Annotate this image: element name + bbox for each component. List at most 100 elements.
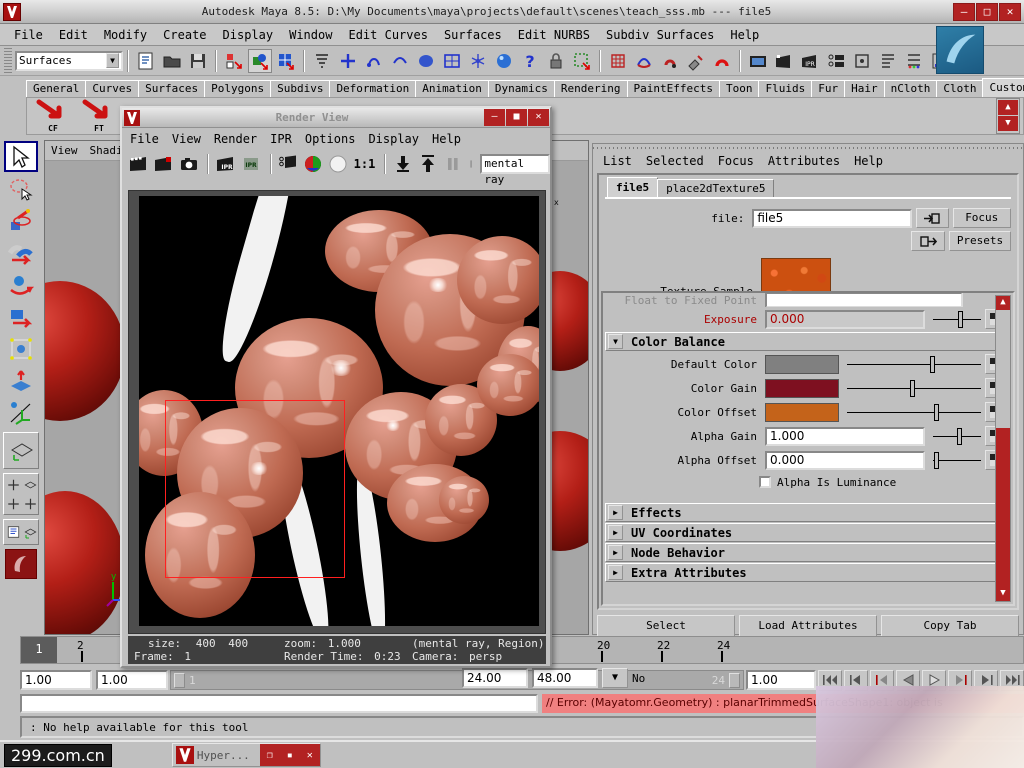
shelf-tab-painteffects[interactable]: PaintEffects [627,80,720,97]
layout-single-perspective[interactable] [5,435,39,466]
shelf-tab-toon[interactable]: Toon [719,80,760,97]
scroll-up-icon[interactable]: ▲ [996,296,1010,310]
curve-display-icon[interactable] [632,49,656,73]
render-current-frame-icon[interactable] [746,49,770,73]
color-offset-slider[interactable] [847,403,981,422]
lock-icon[interactable] [544,49,568,73]
exposure-input[interactable] [765,310,925,329]
render-region-toggle-icon[interactable] [850,49,874,73]
menu-file[interactable]: File [6,26,51,44]
presets-button[interactable]: Presets [949,231,1011,251]
anim-layer-dropdown-arrow[interactable]: ▼ [602,668,628,688]
current-time-field[interactable] [746,670,816,690]
rv-menu-display[interactable]: Display [368,132,419,146]
new-scene-icon[interactable] [134,49,158,73]
ae-menu-list[interactable]: List [603,154,632,168]
lasso-select-tool[interactable] [4,173,38,204]
rotate-tool[interactable] [4,269,38,300]
shelf-tab-subdivs[interactable]: Subdivs [270,80,330,97]
layout-outliner-persp[interactable] [5,522,22,542]
ae-menu-help[interactable]: Help [854,154,883,168]
menu-help[interactable]: Help [722,26,767,44]
select-button[interactable]: Select [597,615,735,637]
move-tool[interactable] [4,237,38,268]
snap-curve-icon[interactable] [362,49,386,73]
chevron-right-icon[interactable]: ▶ [608,565,623,580]
command-input[interactable] [20,694,538,713]
menu-create[interactable]: Create [155,26,214,44]
render-view-minimize[interactable]: – [484,109,505,126]
rv-menu-options[interactable]: Options [305,132,356,146]
load-attributes-button[interactable]: Load Attributes [739,615,877,637]
magnet-icon[interactable] [710,49,734,73]
select-by-hierarchy-icon[interactable] [222,49,246,73]
rv-menu-render[interactable]: Render [214,132,257,146]
rgb-channels-icon[interactable] [302,152,325,176]
redo-previous-ipr-render-icon[interactable]: IPR [239,152,262,176]
snapshot-icon[interactable] [177,152,200,176]
minimize-button[interactable]: – [953,3,975,21]
focus-button[interactable]: Focus [953,208,1012,228]
copy-tab-button[interactable]: Copy Tab [881,615,1019,637]
select-by-object-type-icon[interactable] [248,49,272,73]
chevron-down-icon[interactable]: ▼ [608,334,623,349]
shelf-tab-general[interactable]: General [26,80,86,97]
shelf-tab-ncloth[interactable]: nCloth [884,80,938,97]
question-icon[interactable]: ? [518,49,542,73]
color-offset-swatch[interactable] [765,403,839,422]
viewport-menu-view[interactable]: View [51,144,78,157]
redo-previous-render-icon[interactable] [152,152,175,176]
render-view-canvas[interactable] [128,190,546,634]
node-behavior-section-header[interactable]: ▶ Node Behavior [605,543,1011,562]
alpha-gain-slider[interactable] [933,427,981,446]
select-tool[interactable] [4,141,38,172]
menu-modify[interactable]: Modify [96,26,155,44]
extra-attributes-section-header[interactable]: ▶ Extra Attributes [605,563,1011,582]
toolbar-grip[interactable] [4,48,12,74]
layout-hypershade-persp[interactable] [22,522,39,542]
universal-manipulator-tool[interactable] [4,333,38,364]
scale-tool[interactable] [4,301,38,332]
menu-edit-nurbs[interactable]: Edit NURBS [510,26,598,44]
render-region-icon[interactable] [277,152,300,176]
range-end-start-field[interactable] [462,668,528,688]
uv-coordinates-section-header[interactable]: ▶ UV Coordinates [605,523,1011,542]
shelf-tab-fur[interactable]: Fur [811,80,845,97]
snap-point-icon[interactable] [388,49,412,73]
shelf-scroll-down-icon[interactable]: ▼ [998,116,1018,131]
shelf-tab-cloth[interactable]: Cloth [936,80,983,97]
ae-menu-focus[interactable]: Focus [718,154,754,168]
range-end-handle[interactable] [729,673,740,688]
close-button[interactable]: ✕ [999,3,1021,21]
snap-live-icon[interactable] [440,49,464,73]
restore-button[interactable]: ❐ [260,744,280,766]
render-settings-icon[interactable] [824,49,848,73]
color-balance-section-header[interactable]: ▼ Color Balance [605,332,1011,351]
effects-section-header[interactable]: ▶ Effects [605,503,1011,522]
layer-editor-icon[interactable] [902,49,926,73]
pause-ipr-icon[interactable] [441,152,464,176]
animation-start-field[interactable] [96,670,168,690]
maya-emblem-icon[interactable] [5,549,37,579]
shelf-tab-deformation[interactable]: Deformation [329,80,416,97]
grid-display-icon[interactable] [606,49,630,73]
shelf-tab-dynamics[interactable]: Dynamics [488,80,555,97]
ipr-render-icon[interactable]: IPR [214,152,237,176]
alpha-is-luminance-checkbox[interactable] [759,476,771,488]
open-scene-icon[interactable] [160,49,184,73]
file-input[interactable] [752,209,912,228]
range-end-end-field[interactable] [532,668,598,688]
default-color-swatch[interactable] [765,355,839,374]
shelf-item-ft[interactable]: FT [79,99,119,133]
chevron-right-icon[interactable]: ▶ [608,545,623,560]
select-marquee-icon[interactable] [570,49,594,73]
redo-render-icon[interactable] [772,49,796,73]
scrollbar-track[interactable] [996,310,1010,587]
render-view-maximize[interactable]: ■ [506,109,527,126]
range-start-handle[interactable] [174,673,185,688]
ae-menu-attributes[interactable]: Attributes [768,154,840,168]
rv-menu-help[interactable]: Help [432,132,461,146]
menuset-selector[interactable]: Surfaces ▼ [15,51,123,71]
rv-menu-file[interactable]: File [130,132,159,146]
menu-surfaces[interactable]: Surfaces [436,26,510,44]
